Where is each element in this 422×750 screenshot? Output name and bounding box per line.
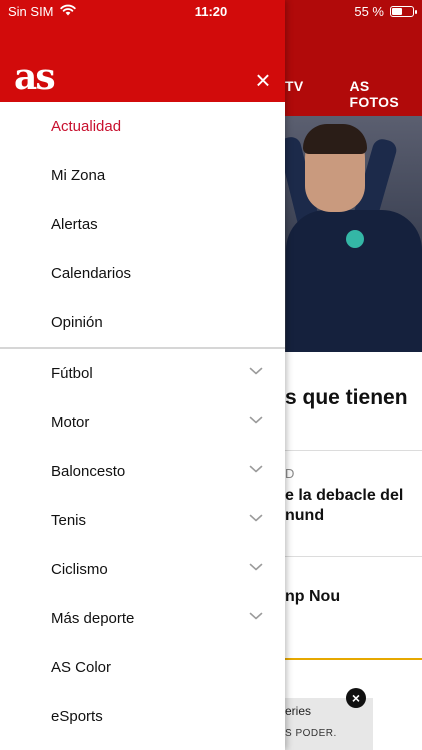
story-title-line: nund [285,507,325,524]
menu-item-label: Tenis [51,512,87,529]
as-logo: as [14,56,56,98]
chevron-down-icon[interactable] [249,462,263,476]
background-tabs: TV AS FOTOS [285,78,422,110]
menu-item-motor[interactable]: Motor [0,398,285,447]
menu-item-futbol[interactable]: Fútbol [0,349,285,398]
ad-tagline: S PODER. [285,728,337,739]
chevron-down-icon[interactable] [249,560,263,574]
menu-item-label: Motor [51,414,90,431]
menu-item-baloncesto[interactable]: Baloncesto [0,447,285,496]
ad-brand: eries [285,704,312,718]
menu-item-label: AS Color [51,659,112,676]
section-divider [285,658,422,660]
menu-item-as-color[interactable]: AS Color [0,643,285,692]
tab-as-fotos[interactable]: AS FOTOS [350,78,422,110]
hero-figure-hair [303,124,367,154]
menu-item-label: Actualidad [51,118,122,135]
menu-item-label: Mi Zona [51,167,106,184]
menu-item-label: Opinión [51,314,103,331]
menu-item-label: Más deporte [51,610,135,627]
drawer-menu: Actualidad Mi Zona Alertas Calendarios Opini… [0,102,285,741]
wifi-icon [59,4,76,19]
close-icon[interactable]: × [250,67,276,94]
menu-item-alertas[interactable]: Alertas [0,200,285,249]
chevron-down-icon[interactable] [249,364,263,378]
menu-item-ciclismo[interactable]: Ciclismo [0,545,285,594]
menu-item-label: Ciclismo [51,561,108,578]
menu-item-label: eSports [51,708,103,725]
divider [285,450,422,451]
menu-item-label: Calendarios [51,265,132,282]
divider [285,556,422,557]
battery-percent: 55 % [354,4,384,19]
headline[interactable]: s que tienen [285,386,408,410]
menu-item-mas-deporte[interactable]: Más deporte [0,594,285,643]
menu-item-actualidad[interactable]: Actualidad [0,102,285,151]
ad-close-icon[interactable]: × [346,688,366,708]
sections-menu: Fútbol Motor Baloncesto Tenis Ciclismo Más de… [0,349,285,741]
menu-item-tenis[interactable]: Tenis [0,496,285,545]
carrier-label: Sin SIM [8,4,54,19]
hero-figure-badge [346,230,364,248]
menu-item-mi-zona[interactable]: Mi Zona [0,151,285,200]
story-title[interactable]: np Nou [285,588,340,606]
navigation-drawer: as × Actualidad Mi Zona Alertas Calendarios… [0,0,285,750]
menu-item-esports[interactable]: eSports [0,692,285,741]
menu-item-label: Alertas [51,216,98,233]
story-kicker: D [285,466,295,481]
menu-item-opinion[interactable]: Opinión [0,298,285,347]
status-bar: Sin SIM 11:20 55 % [0,0,422,22]
primary-menu: Actualidad Mi Zona Alertas Calendarios Opini… [0,102,285,347]
menu-item-label: Fútbol [51,365,93,382]
battery-fill [392,8,402,15]
battery-icon [390,6,417,17]
menu-item-calendarios[interactable]: Calendarios [0,249,285,298]
menu-item-label: Baloncesto [51,463,126,480]
chevron-down-icon[interactable] [249,609,263,623]
story-title-line: e la debacle del [285,487,404,504]
story-title[interactable]: e la debacle del nund [285,486,403,526]
tab-tv[interactable]: TV [285,78,304,110]
chevron-down-icon[interactable] [249,511,263,525]
chevron-down-icon[interactable] [249,413,263,427]
